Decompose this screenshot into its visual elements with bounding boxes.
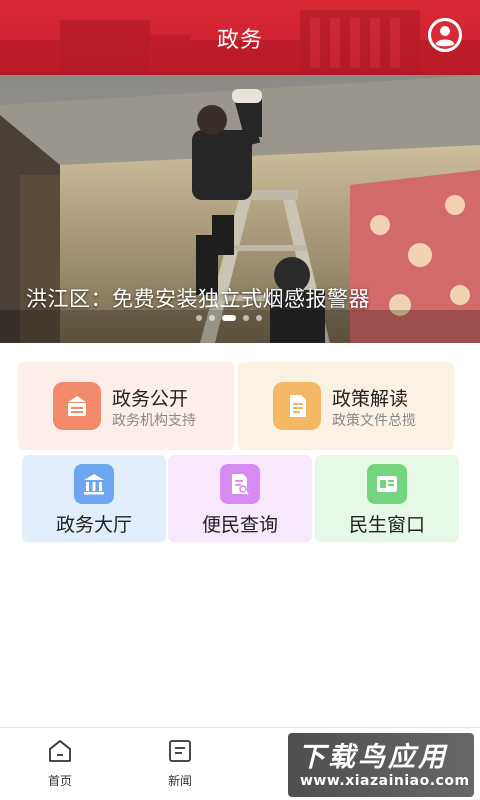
- gov-open-card[interactable]: 政务公开 政务机构支持: [18, 362, 234, 450]
- id-card-icon: [367, 464, 407, 504]
- card-title: 政务公开: [112, 388, 189, 410]
- livelihood-window-card[interactable]: 民生窗口: [315, 455, 459, 542]
- card-title: 政务大厅: [55, 514, 132, 536]
- public-query-card[interactable]: 便民查询: [168, 455, 312, 542]
- search-doc-icon: [220, 464, 260, 504]
- watermark-url: www.xiazainiao.com: [300, 773, 470, 789]
- gov-hall-card[interactable]: 政务大厅: [22, 455, 166, 542]
- carousel-dot[interactable]: [256, 315, 262, 321]
- document-icon: [273, 382, 321, 430]
- card-title: 民生窗口: [348, 514, 425, 536]
- user-circle-icon: [428, 18, 462, 52]
- tab-label: 新闻: [167, 774, 192, 788]
- card-subtitle: 政策文件总揽: [332, 413, 416, 429]
- site-watermark: 下载鸟应用 www.xiazainiao.com: [288, 733, 474, 797]
- home-icon: [49, 740, 71, 762]
- tab-home[interactable]: 首页: [30, 738, 90, 789]
- card-title: 便民查询: [201, 514, 278, 536]
- card-subtitle: 政务机构支持: [112, 413, 196, 429]
- news-icon: [169, 740, 191, 762]
- carousel-dot[interactable]: [196, 315, 202, 321]
- card-title: 政策解读: [332, 388, 409, 410]
- policy-interpretation-card[interactable]: 政策解读 政策文件总揽: [238, 362, 454, 450]
- news-banner-carousel[interactable]: 洪江区：免费安装独立式烟感报警器: [0, 75, 480, 343]
- carousel-dot-active[interactable]: [222, 315, 236, 321]
- building-icon: [74, 464, 114, 504]
- watermark-brand: 下载鸟应用: [298, 742, 448, 773]
- carousel-dot[interactable]: [243, 315, 249, 321]
- banner-caption: 洪江区：免费安装独立式烟感报警器: [26, 287, 370, 311]
- user-profile-button[interactable]: [428, 18, 462, 52]
- tab-label: 首页: [47, 774, 72, 788]
- carousel-dot[interactable]: [209, 315, 215, 321]
- page-title: 政务: [216, 28, 263, 53]
- tab-news[interactable]: 新闻: [150, 738, 210, 789]
- notice-icon: [53, 382, 101, 430]
- carousel-indicator: [196, 315, 262, 321]
- app-header: 政务: [0, 0, 480, 75]
